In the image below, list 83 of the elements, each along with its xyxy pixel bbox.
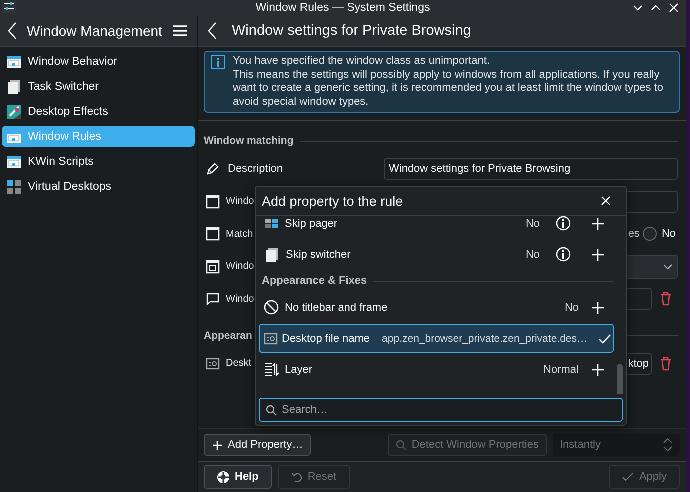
window-icon	[206, 194, 220, 209]
window-icon	[206, 260, 220, 274]
property-item[interactable]: Skip switcher No	[259, 239, 614, 270]
back-icon[interactable]	[208, 22, 218, 40]
cards-icon	[6, 78, 22, 94]
scrollbar-thumb[interactable]	[617, 364, 623, 394]
info-message: You have specified the window class as unimportant.	[233, 55, 492, 68]
search-icon	[266, 404, 277, 416]
spin-arrows-icon	[663, 437, 673, 453]
info-icon[interactable]	[556, 247, 571, 262]
property-value: Normal	[544, 364, 579, 376]
settings-sliders-icon[interactable]	[2, 1, 16, 13]
add-property-button[interactable]: Add Property…	[204, 434, 312, 456]
group-heading: Appearance & Fixes	[262, 275, 368, 287]
page-title: Window settings for Private Browsing	[232, 23, 472, 39]
plus-icon[interactable]	[212, 440, 223, 450]
plus-icon[interactable]	[591, 362, 605, 376]
menu-icon[interactable]	[173, 25, 187, 37]
pager-icon	[264, 216, 279, 231]
plus-icon[interactable]	[591, 300, 605, 314]
property-value: No	[526, 248, 540, 260]
cards-icon	[264, 246, 280, 262]
property-label: Desktop file name	[282, 332, 370, 344]
no-entry-icon	[264, 300, 279, 315]
effects-icon	[6, 104, 22, 120]
option-label: es	[628, 228, 640, 240]
sidebar-item[interactable]: Task Switcher	[2, 76, 195, 97]
plus-icon[interactable]	[591, 216, 605, 230]
info-message: This means the settings will possibly apply to windows from all applications. If you really want to create a generic setting, it is recommended you at least limit the window types to avoid special window types.	[233, 68, 664, 109]
search-field[interactable]: Search…	[259, 398, 623, 422]
property-item[interactable]: Layer Normal	[259, 354, 614, 385]
search-icon	[396, 440, 407, 450]
footer-button[interactable]: Help	[204, 465, 272, 489]
text-field[interactable]: Window settings for Private Browsing	[384, 158, 678, 180]
pencil-icon	[206, 162, 220, 176]
window-icon	[6, 54, 22, 70]
undo-icon	[290, 471, 303, 483]
sidebar-item[interactable]: Virtual Desktops	[2, 176, 195, 197]
chevron-down-icon	[663, 264, 673, 270]
window-icon	[6, 128, 22, 144]
section-heading: Window matching	[204, 135, 294, 147]
info-icon[interactable]	[556, 216, 571, 231]
help-icon	[217, 470, 230, 484]
window-title: Window Rules — System Settings	[256, 2, 430, 14]
info-icon	[211, 55, 225, 69]
close-icon[interactable]	[600, 195, 612, 207]
field-label: Description	[228, 163, 284, 176]
screen-icon	[264, 332, 278, 346]
property-value: No	[564, 302, 579, 314]
property-value: No	[526, 218, 540, 230]
back-icon[interactable]	[8, 22, 18, 40]
speech-bubble-icon	[206, 292, 220, 306]
desktops-icon	[6, 178, 22, 194]
close-icon[interactable]	[668, 2, 680, 14]
property-item[interactable]: No titlebar and frame No	[259, 292, 614, 323]
field-label: Windo	[226, 294, 254, 305]
property-label: Skip pager	[285, 218, 339, 230]
dialog-title: Add property to the rule	[262, 194, 404, 208]
field-label: Windo	[226, 196, 254, 208]
plus-icon[interactable]	[591, 248, 605, 262]
layers-icon	[264, 362, 279, 377]
field-label: Windo	[226, 261, 254, 272]
section-heading: Appearan	[204, 330, 252, 342]
property-label: No titlebar and frame	[285, 302, 389, 314]
trash-icon[interactable]	[660, 292, 672, 306]
sidebar-title: Window Management	[27, 23, 164, 39]
window-icon	[6, 154, 22, 170]
property-item[interactable]: Desktop file name app.zen_browser_private.zen_private.des…	[259, 324, 614, 353]
window-icon	[206, 227, 220, 242]
property-label: Skip switcher	[286, 248, 352, 260]
field-label: Match	[226, 228, 254, 240]
screen-icon	[206, 356, 220, 371]
radio-label: No	[662, 228, 676, 240]
field-label: Deskt	[226, 358, 252, 370]
sidebar-item[interactable]: KWin Scripts	[2, 151, 195, 172]
sidebar-item[interactable]: Window Behavior	[2, 51, 195, 72]
property-item[interactable]: Skip pager No	[259, 216, 614, 239]
radio-button[interactable]	[642, 227, 657, 242]
property-value: app.zen_browser_private.zen_private.des…	[382, 332, 588, 344]
sidebar-item[interactable]: Desktop Effects	[2, 101, 195, 122]
check-icon	[622, 471, 634, 483]
trash-icon[interactable]	[660, 356, 672, 371]
property-label: Layer	[285, 364, 314, 376]
